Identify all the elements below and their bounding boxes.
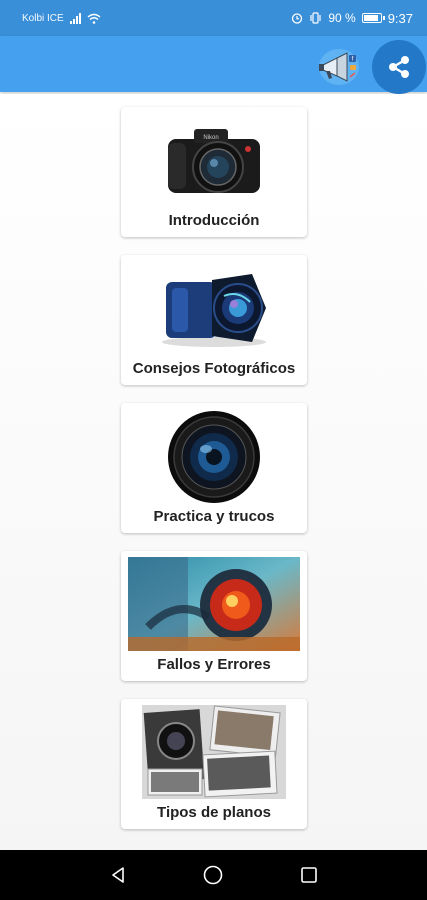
home-icon: [204, 865, 223, 885]
status-left: Kolbi ICE: [22, 12, 101, 24]
menu-card-fallos[interactable]: Fallos y Errores: [121, 551, 307, 681]
camera-lens-blue-icon: [121, 261, 307, 357]
lens-closeup-image: [128, 557, 300, 651]
battery-icon: [361, 13, 385, 23]
menu-card-introduccion[interactable]: Nikon Introducción: [121, 107, 307, 237]
status-bar: Kolbi ICE 90 % 9:37: [0, 0, 427, 36]
share-icon: [389, 56, 409, 78]
vibrate-icon: [310, 12, 321, 24]
promo-megaphone-icon[interactable]: f: [316, 42, 364, 90]
menu-card-label: Fallos y Errores: [157, 656, 271, 673]
dslr-camera-icon: Nikon: [121, 113, 307, 209]
svg-text:Nikon: Nikon: [203, 135, 218, 141]
back-button[interactable]: [103, 860, 133, 890]
menu-card-tipos[interactable]: Tipos de planos: [121, 699, 307, 829]
signal-icon: [69, 12, 81, 24]
menu-card-label: Tipos de planos: [157, 804, 271, 821]
carrier-name: Kolbi ICE: [22, 12, 64, 24]
alarm-icon: [292, 13, 303, 24]
menu-card-practica[interactable]: Practica y trucos: [121, 403, 307, 533]
wifi-icon: [87, 13, 101, 24]
menu-card-label: Practica y trucos: [153, 508, 275, 525]
share-button[interactable]: [372, 40, 426, 94]
app-bar: f: [0, 36, 427, 94]
system-nav-bar: [0, 850, 427, 900]
recents-button[interactable]: [294, 860, 324, 890]
menu-card-label: Consejos Fotográficos: [132, 360, 296, 377]
recents-icon: [301, 867, 317, 883]
clock: 9:37: [387, 10, 413, 26]
menu-card-label: Introducción: [168, 212, 260, 229]
lens-front-icon: [121, 409, 307, 505]
home-button[interactable]: [198, 860, 228, 890]
back-icon: [112, 867, 124, 883]
menu-list: Nikon Introducción Consejos Fotográficos…: [0, 94, 427, 850]
menu-card-consejos[interactable]: Consejos Fotográficos: [121, 255, 307, 385]
photo-collage-image: [142, 705, 286, 799]
battery-percent: 90 %: [328, 11, 356, 25]
status-right: 90 % 9:37: [291, 11, 413, 26]
